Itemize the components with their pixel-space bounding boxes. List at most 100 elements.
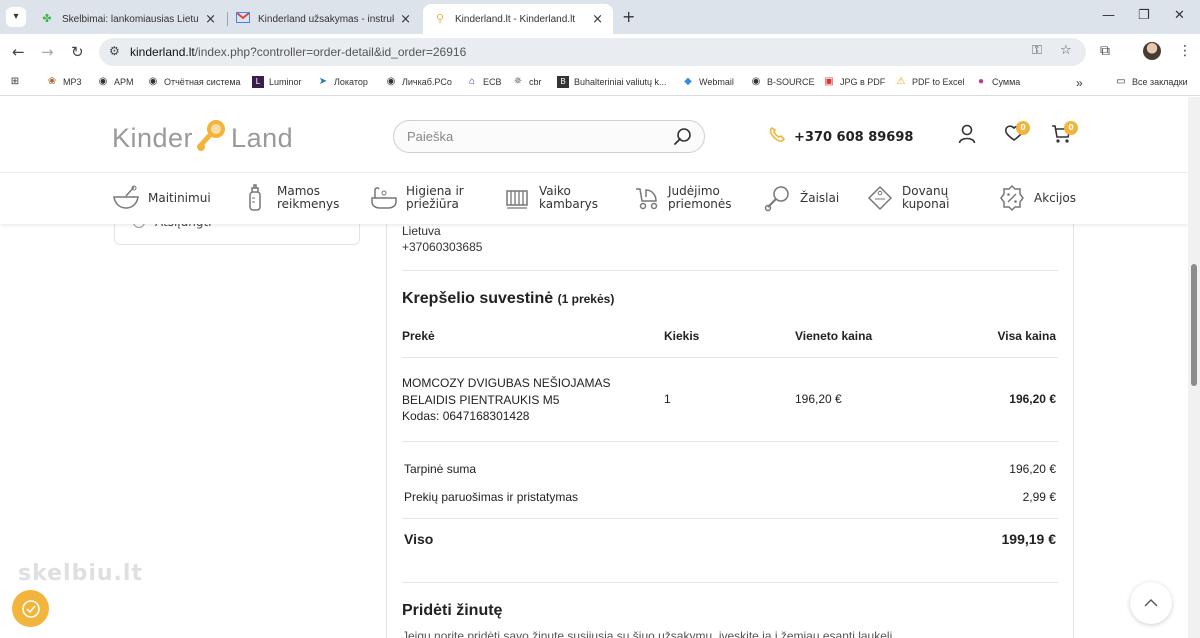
- bookmark-luminor[interactable]: L Luminor: [252, 76, 302, 88]
- shipping-address: Lietuva +37060303685: [402, 223, 482, 255]
- page-viewport: Atsiįungti Lietuva +37060303685 Krepšeli…: [0, 97, 1200, 638]
- bookmark-ecb[interactable]: ⌂ ECB: [466, 76, 502, 88]
- tab-kinderland[interactable]: ⚲ Kinderland.lt - Kinderland.lt ×: [423, 4, 613, 34]
- globe-icon: ◉: [98, 76, 108, 87]
- shipping-value: 2,99 €: [1022, 490, 1056, 504]
- add-message-title: Pridėti žinutę: [402, 602, 503, 619]
- scrollbar-thumb[interactable]: [1191, 264, 1197, 386]
- globe-icon: ◉: [751, 76, 761, 87]
- tab-search-button[interactable]: ▾: [6, 7, 26, 27]
- wishlist-count-badge: 0: [1016, 121, 1030, 135]
- col-header-total: Visa kaina: [997, 329, 1057, 343]
- cart-summary-title: Krepšelio suvestinė (1 prekės): [402, 290, 615, 307]
- reload-icon[interactable]: ↻: [71, 43, 84, 61]
- cookie-settings-button[interactable]: [12, 590, 49, 627]
- category-kids-room[interactable]: Vaiko kambarys: [503, 184, 598, 212]
- bowl-icon: [112, 184, 140, 212]
- apps-grid-icon[interactable]: ⊞: [9, 76, 26, 88]
- tab-skelbiu[interactable]: ✤ Skelbimai: lankomiausias Lietuvoje ×: [30, 4, 226, 34]
- bookmark-report[interactable]: ◉ Отчётная система: [147, 76, 241, 88]
- tab-title: Skelbimai: lankomiausias Lietuvoje: [62, 13, 199, 25]
- divider: [402, 518, 1058, 519]
- restore-icon[interactable]: ❐: [1138, 8, 1150, 23]
- search-input[interactable]: [407, 129, 657, 144]
- bookmark-jpg-pdf[interactable]: ▣ JPG в PDF: [823, 76, 885, 88]
- bookmark-cabinet[interactable]: ◉ Личкаб.РСо: [385, 76, 452, 88]
- address-country: Lietuva: [402, 224, 441, 238]
- stroller-icon: [632, 184, 660, 212]
- close-tab-icon[interactable]: ×: [400, 12, 411, 27]
- bookmarks-bar: ⊞ ❀ MP3 ◉ APM ◉ Отчётная система L Luminor ➤…: [0, 70, 1200, 96]
- chevron-up-icon: [1144, 599, 1158, 607]
- more-bookmarks-icon[interactable]: »: [1076, 76, 1083, 90]
- close-tab-icon[interactable]: ×: [592, 12, 603, 27]
- divider: [402, 441, 1058, 442]
- bookmark-locator[interactable]: ➤ Локатор: [317, 76, 368, 88]
- site-header: Kinder Land +370 608 89698: [0, 97, 1188, 173]
- category-label: Judėjimo priemonės: [668, 184, 732, 211]
- warning-icon: ⚠: [896, 76, 906, 87]
- window-close-icon[interactable]: ✕: [1174, 8, 1185, 23]
- category-feeding[interactable]: Maitinimui: [112, 184, 211, 212]
- logo-text-left: Kinder: [112, 123, 194, 153]
- gmail-icon: [236, 12, 250, 26]
- b-icon: B: [557, 76, 569, 88]
- bookmark-sum[interactable]: ● Сумма: [975, 76, 1020, 88]
- bookmark-apm[interactable]: ◉ APM: [97, 76, 134, 88]
- globe-icon: ◉: [386, 76, 396, 87]
- divider: [402, 357, 1058, 358]
- search-icon[interactable]: [673, 127, 693, 151]
- category-strollers[interactable]: Judėjimo priemonės: [632, 184, 732, 212]
- pdf-icon: ▣: [824, 76, 834, 87]
- product-qty: 1: [664, 392, 671, 406]
- bookmark-star-icon[interactable]: ☆: [1060, 43, 1072, 58]
- bookmark-mp3[interactable]: ❀ MP3: [46, 76, 82, 88]
- category-label: Dovanų kuponai: [902, 184, 950, 211]
- product-code: Kodas: 0647168301428: [402, 409, 530, 423]
- site-info-icon[interactable]: ⚙: [109, 44, 120, 58]
- bookmark-rates[interactable]: B Buhalteriniai valiutų k...: [557, 76, 667, 88]
- page-scrollbar[interactable]: [1188, 97, 1200, 638]
- menu-icon[interactable]: ⋮: [1178, 43, 1192, 59]
- bookmark-bsource[interactable]: ◉ B-SOURCE: [750, 76, 815, 88]
- all-bookmarks[interactable]: ▭ Все закладки: [1115, 76, 1187, 88]
- circle-icon: ●: [977, 76, 985, 87]
- close-tab-icon[interactable]: ×: [205, 12, 216, 27]
- category-sales[interactable]: Akcijos: [998, 184, 1076, 212]
- tab-title: Kinderland.lt - Kinderland.lt: [455, 13, 576, 25]
- rattle-favicon-icon: ⚲: [435, 12, 445, 25]
- category-hygiene[interactable]: Higiena ir priežiūra: [370, 184, 464, 212]
- shipping-row: Prekių paruošimas ir pristatymas 2,99 €: [404, 490, 1056, 504]
- tab-title: Kinderland užsakymas - instrukcija: [258, 13, 394, 25]
- crib-icon: [503, 184, 531, 212]
- password-key-icon[interactable]: ⚿: [1032, 43, 1042, 58]
- profile-avatar[interactable]: [1143, 42, 1161, 60]
- phone-contact[interactable]: +370 608 89698: [768, 126, 913, 148]
- col-header-product: Prekė: [402, 329, 435, 343]
- back-icon[interactable]: ←: [12, 43, 25, 61]
- forward-icon[interactable]: →: [41, 43, 54, 61]
- luminor-icon: L: [252, 76, 264, 88]
- minimize-icon[interactable]: —: [1102, 8, 1115, 23]
- category-toys[interactable]: Žaislai: [764, 184, 839, 212]
- tab-gmail[interactable]: Kinderland užsakymas - instrukcija ×: [226, 4, 421, 34]
- product-name-2: BELAIDIS PIENTRAUKIS M5: [402, 392, 560, 407]
- folder-icon: ▭: [1116, 76, 1126, 87]
- url-text[interactable]: kinderland.lt/index.php?controller=order…: [130, 45, 466, 59]
- address-bar[interactable]: ⚙ kinderland.lt/index.php?controller=ord…: [99, 38, 1086, 66]
- bookmark-pdf-excel[interactable]: ⚠ PDF to Excel: [895, 76, 965, 88]
- account-icon[interactable]: [958, 124, 976, 148]
- extensions-icon[interactable]: ⧉: [1100, 43, 1110, 59]
- bookmark-webmail[interactable]: ◆ Webmail: [682, 76, 734, 88]
- category-label: Mamos reikmenys: [277, 184, 340, 211]
- category-mom[interactable]: Mamos reikmenys: [241, 184, 339, 212]
- subtotal-value: 196,20 €: [1009, 462, 1056, 476]
- category-gift-cards[interactable]: Dovanų kuponai: [866, 184, 949, 212]
- category-label: Akcijos: [1034, 190, 1077, 205]
- bookmark-cbr[interactable]: ✵ cbr: [512, 76, 542, 88]
- back-to-top-button[interactable]: [1130, 582, 1172, 624]
- new-tab-icon[interactable]: +: [622, 7, 635, 26]
- kinderland-logo[interactable]: Kinder Land: [112, 117, 293, 160]
- cube-icon: ◆: [684, 76, 692, 87]
- tab-bar: ▾ ✤ Skelbimai: lankomiausias Lietuvoje ×…: [0, 0, 1200, 34]
